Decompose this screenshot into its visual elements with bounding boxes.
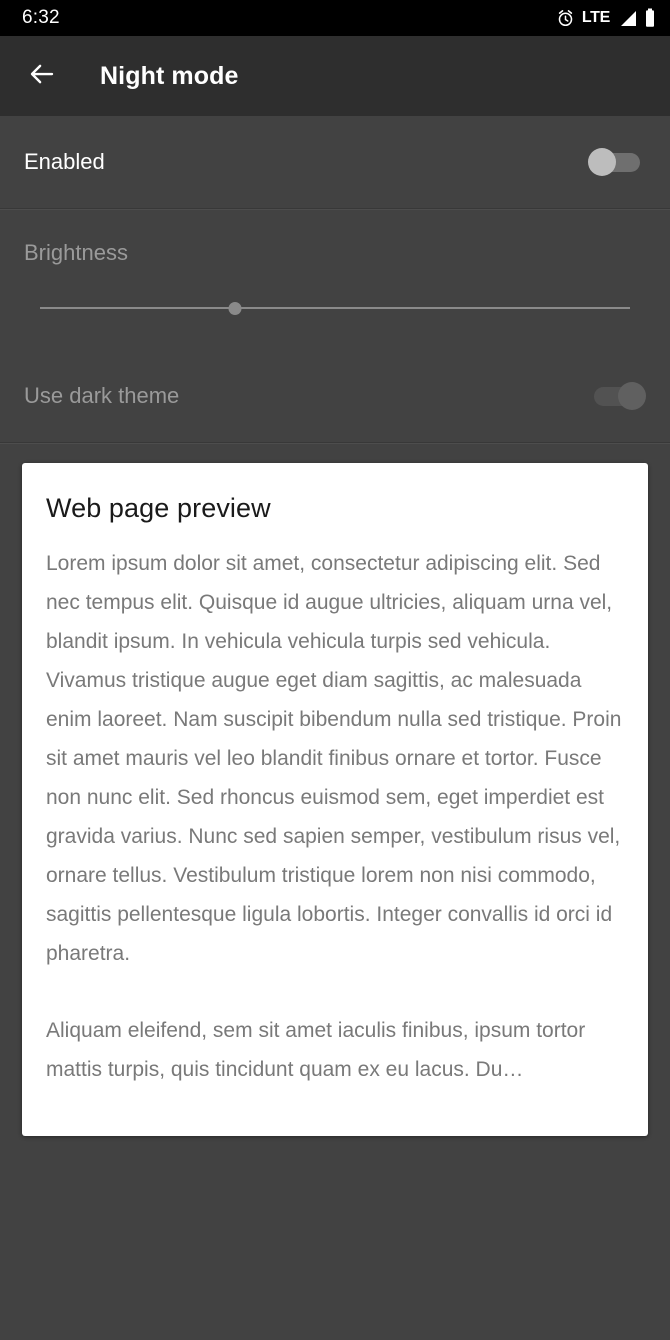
- setting-label-enabled: Enabled: [24, 149, 105, 174]
- slider-thumb[interactable]: [228, 302, 242, 315]
- preview-paragraph-1: Lorem ipsum dolor sit amet, consectetur …: [46, 552, 622, 965]
- preview-card-wrapper: Web page preview Lorem ipsum dolor sit a…: [0, 444, 670, 1136]
- battery-icon: [644, 8, 656, 28]
- brightness-slider[interactable]: [40, 300, 630, 316]
- toggle-thumb: [588, 148, 616, 176]
- settings-list: Enabled Brightness Use dark theme: [0, 116, 670, 444]
- signal-icon: [617, 9, 637, 28]
- toggle-dark-theme[interactable]: [588, 379, 646, 413]
- toggle-enabled[interactable]: [588, 145, 646, 179]
- setting-row-brightness: Brightness: [0, 210, 670, 350]
- status-bar-clock: 6:32: [22, 7, 60, 28]
- lte-label: LTE: [581, 9, 610, 26]
- toggle-thumb: [618, 382, 646, 410]
- setting-row-dark-theme[interactable]: Use dark theme: [0, 350, 670, 442]
- preview-card-title: Web page preview: [46, 493, 271, 523]
- alarm-icon: [556, 9, 575, 28]
- app-bar: Night mode: [0, 36, 670, 116]
- preview-paragraph-2: Aliquam eleifend, sem sit amet iaculis f…: [46, 1019, 586, 1081]
- back-arrow-icon: [27, 59, 57, 94]
- setting-row-enabled[interactable]: Enabled: [0, 116, 670, 208]
- slider-track: [40, 307, 630, 309]
- setting-label-dark-theme: Use dark theme: [24, 383, 180, 408]
- web-page-preview-card: Web page preview Lorem ipsum dolor sit a…: [22, 463, 648, 1136]
- back-button[interactable]: [22, 56, 62, 96]
- page-title: Night mode: [100, 61, 239, 90]
- status-bar: 6:32 LTE: [0, 0, 670, 36]
- status-bar-icons: LTE: [556, 8, 656, 28]
- setting-label-brightness: Brightness: [24, 240, 128, 265]
